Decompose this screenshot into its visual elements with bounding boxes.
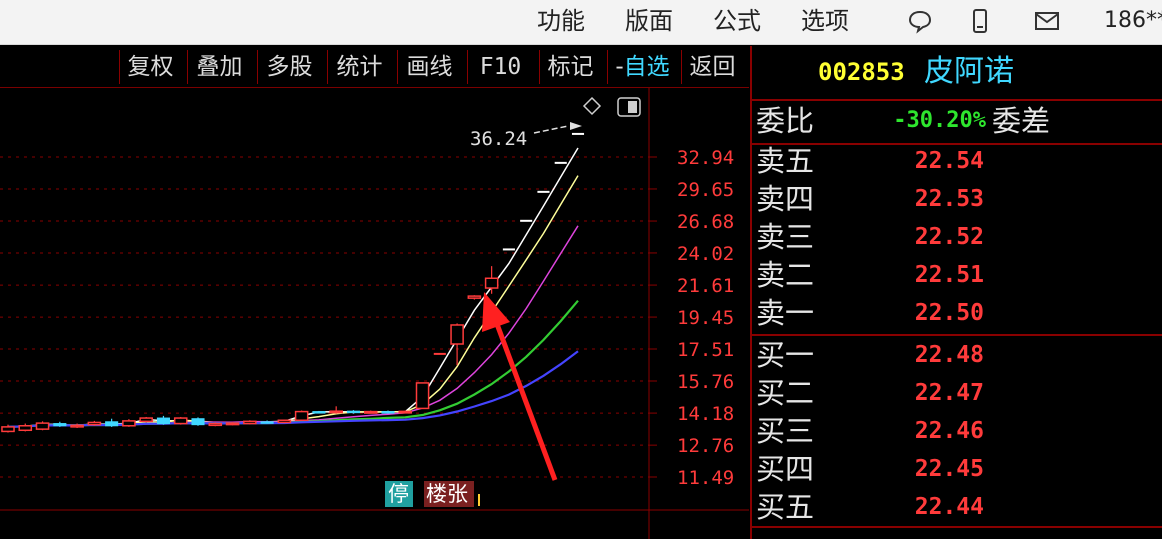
- candle[interactable]: [122, 419, 136, 427]
- chart-canvas: 32.94 29.65 26.68 24.02 21.61 19.45 17.51 15.76…: [0, 88, 749, 539]
- watchlist-label: 自选: [623, 54, 670, 80]
- buy3-price[interactable]: 22.46: [912, 412, 984, 450]
- y-tick-label: 32.94: [677, 147, 734, 169]
- sell3-price[interactable]: 22.52: [912, 218, 984, 256]
- y-tick-label: 12.76: [677, 435, 734, 457]
- candlestick-chart[interactable]: 32.94 29.65 26.68 24.02 21.61 19.45 17.51 15.76…: [0, 88, 749, 539]
- buy1-price[interactable]: 22.48: [912, 336, 984, 374]
- candle[interactable]: [35, 421, 50, 431]
- overlay-button[interactable]: 叠加: [187, 50, 251, 84]
- candle[interactable]: [277, 419, 292, 424]
- menu-layout[interactable]: 版面: [625, 6, 673, 36]
- candle[interactable]: [415, 382, 430, 410]
- max-price-arrow: [533, 122, 582, 134]
- stock-name[interactable]: 皮阿诺: [924, 52, 1014, 92]
- y-tick-label: 11.49: [677, 467, 734, 489]
- statistics-button[interactable]: 统计: [327, 50, 391, 84]
- y-tick-label: 19.45: [677, 307, 734, 329]
- f10-button[interactable]: F10: [467, 50, 533, 84]
- candle[interactable]: [53, 421, 67, 427]
- mark-button[interactable]: 标记: [539, 50, 601, 84]
- divider-header: [752, 99, 1162, 101]
- draw-line-button[interactable]: 画线: [397, 50, 461, 84]
- sell4-label: 卖四: [756, 182, 815, 216]
- candle[interactable]: [484, 266, 499, 294]
- watchlist-button[interactable]: -自选: [607, 50, 677, 84]
- candle[interactable]: [156, 415, 170, 425]
- multi-stock-button[interactable]: 多股: [257, 50, 321, 84]
- menu-function[interactable]: 功能: [537, 6, 585, 36]
- y-tick-label: 15.76: [677, 371, 734, 393]
- ma-line-2: [7, 175, 579, 428]
- top-menu-bar: 功能 版面 公式 选项 186**: [0, 0, 1162, 45]
- user-account[interactable]: 186**: [1104, 6, 1162, 36]
- sell2-label: 卖二: [756, 258, 815, 292]
- candle[interactable]: [243, 420, 257, 425]
- buy3-label: 买三: [756, 414, 815, 448]
- candle[interactable]: [191, 417, 205, 426]
- quote-panel: 002853 皮阿诺 委比 -30.20% 委差 卖五 22.54 卖四 22.…: [750, 46, 1162, 539]
- candle[interactable]: [208, 422, 223, 427]
- sell4-price[interactable]: 22.53: [912, 180, 984, 218]
- buy1-label: 买一: [756, 338, 815, 372]
- candle[interactable]: [312, 410, 326, 414]
- restore-rights-button[interactable]: 复权: [119, 50, 181, 84]
- y-tick-label: 26.68: [677, 211, 734, 233]
- menu-options[interactable]: 选项: [801, 6, 849, 36]
- limit-up-badge: 停: [388, 482, 409, 506]
- diamond-icon[interactable]: [582, 96, 602, 116]
- window-toggle-icon[interactable]: [617, 97, 641, 117]
- weibi-label: 委比: [756, 104, 815, 138]
- chart-toolbar: 复权 叠加 多股 统计 画线 F10 标记 -自选 返回: [0, 46, 749, 88]
- candle[interactable]: [467, 295, 482, 300]
- watchlist-dash: -: [615, 54, 624, 80]
- mail-icon[interactable]: [1033, 7, 1061, 35]
- y-tick-label: 21.61: [677, 275, 734, 297]
- weicha-label: 委差: [992, 104, 1051, 138]
- candle[interactable]: [105, 418, 119, 427]
- buy2-price[interactable]: 22.47: [912, 374, 984, 412]
- buy4-price[interactable]: 22.45: [912, 450, 984, 488]
- candle[interactable]: [139, 416, 153, 423]
- candle[interactable]: [363, 410, 378, 414]
- candle[interactable]: [329, 406, 343, 414]
- weibi-value: -30.20%: [893, 108, 986, 133]
- candle[interactable]: [87, 420, 102, 426]
- candle[interactable]: [346, 410, 360, 414]
- sell5-label: 卖五: [756, 144, 815, 178]
- chat-bubble-icon[interactable]: [906, 7, 934, 35]
- ma-line-5: [7, 350, 579, 428]
- y-tick-label: 17.51: [677, 339, 734, 361]
- y-tick-label: 14.18: [677, 403, 734, 425]
- back-button[interactable]: 返回: [681, 50, 743, 84]
- candle[interactable]: [398, 410, 413, 414]
- sell5-price[interactable]: 22.54: [912, 142, 984, 180]
- candle[interactable]: [294, 410, 309, 421]
- buy4-label: 买四: [756, 452, 815, 486]
- sell1-label: 卖一: [756, 296, 815, 330]
- sell1-price[interactable]: 22.50: [912, 294, 984, 332]
- badge-marker: [478, 494, 480, 506]
- stock-code[interactable]: 002853: [818, 52, 905, 92]
- menu-formula[interactable]: 公式: [713, 6, 761, 36]
- candle[interactable]: [381, 410, 395, 414]
- candle[interactable]: [173, 416, 188, 425]
- buy2-label: 买二: [756, 376, 815, 410]
- building-badge: 楼张: [426, 482, 468, 506]
- sell3-label: 卖三: [756, 220, 815, 254]
- y-tick-label: 29.65: [677, 179, 734, 201]
- candle[interactable]: [18, 423, 33, 432]
- sell2-price[interactable]: 22.51: [912, 256, 984, 294]
- y-tick-label: 24.02: [677, 243, 734, 265]
- candle[interactable]: [260, 420, 274, 424]
- divider-bottom: [752, 526, 1162, 528]
- max-price-label: 36.24: [470, 128, 527, 150]
- phone-icon[interactable]: [966, 7, 994, 35]
- candle[interactable]: [225, 422, 240, 426]
- buy5-price[interactable]: 22.44: [912, 488, 984, 526]
- buy5-label: 买五: [756, 490, 815, 524]
